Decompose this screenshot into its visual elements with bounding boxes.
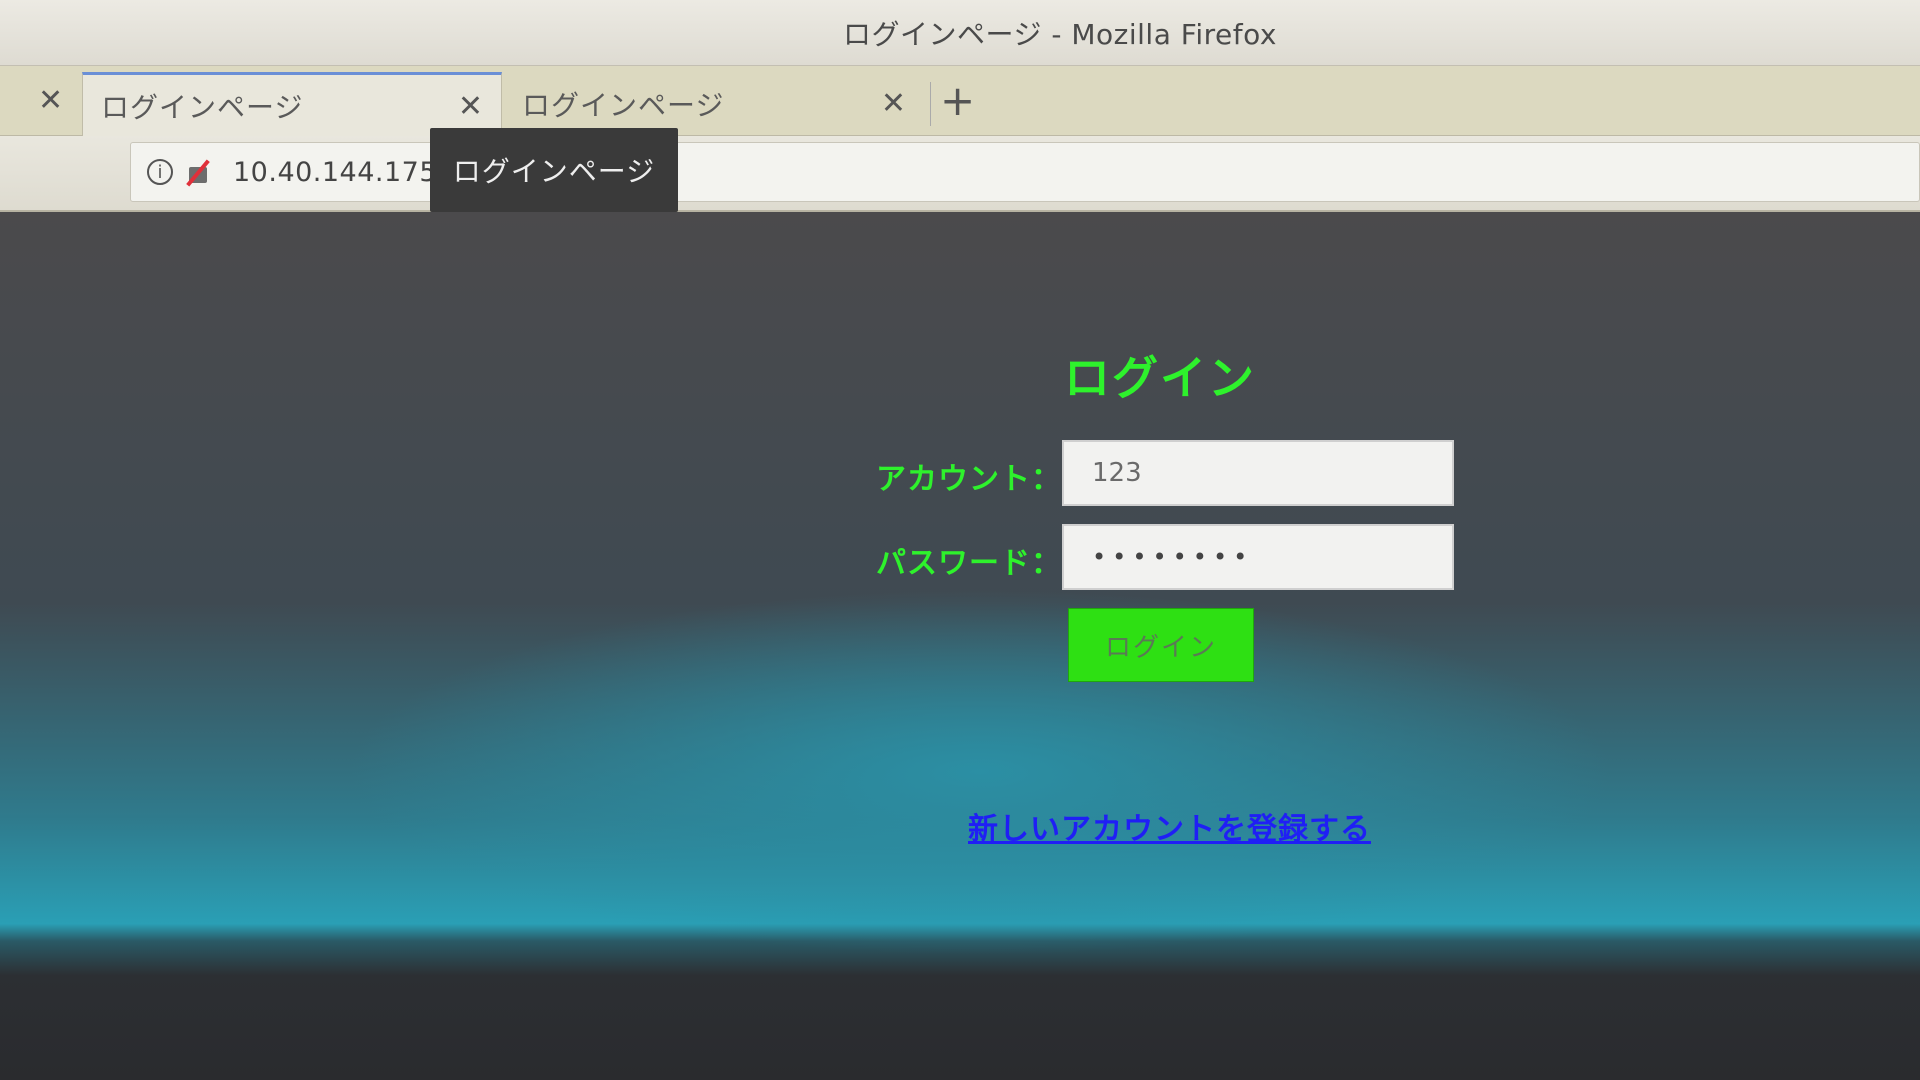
- tab-inactive[interactable]: ログインページ ✕: [504, 72, 924, 136]
- info-icon[interactable]: i: [147, 159, 173, 185]
- password-input[interactable]: ••••••••: [1062, 524, 1454, 590]
- tab-tooltip: ログインページ: [430, 128, 678, 212]
- tab-label: ログインページ: [522, 89, 725, 122]
- tab-bar: ✕ ログインページ ✕ ログインページ ✕ +: [0, 66, 1920, 185]
- plus-icon[interactable]: +: [940, 76, 975, 125]
- tab-active[interactable]: ログインページ ✕: [82, 72, 502, 136]
- tab-label: ログインページ: [101, 90, 304, 124]
- close-icon[interactable]: ✕: [881, 86, 906, 121]
- page-content: ログイン アカウント： 123 パスワード： •••••••• ログイン 新しい…: [0, 212, 1920, 1080]
- register-account-link[interactable]: 新しいアカウントを登録する: [968, 804, 1371, 848]
- login-button[interactable]: ログイン: [1068, 608, 1254, 682]
- password-label: パスワード：: [876, 546, 1062, 581]
- account-input[interactable]: 123: [1062, 440, 1454, 506]
- navigation-bar: i 10.40.144.175: [0, 136, 1920, 212]
- tab-separator: [930, 82, 931, 126]
- url-text[interactable]: 10.40.144.175: [233, 157, 437, 188]
- window-titlebar: ログインページ - Mozilla Firefox: [0, 0, 1920, 66]
- close-icon[interactable]: ✕: [38, 86, 63, 116]
- address-bar[interactable]: i 10.40.144.175: [130, 142, 1920, 202]
- insecure-lock-icon[interactable]: [185, 159, 211, 187]
- window-title: ログインページ - Mozilla Firefox: [843, 17, 1277, 51]
- login-title: ログイン: [1064, 351, 1256, 405]
- close-icon[interactable]: ✕: [458, 89, 483, 124]
- account-label: アカウント：: [876, 462, 1062, 497]
